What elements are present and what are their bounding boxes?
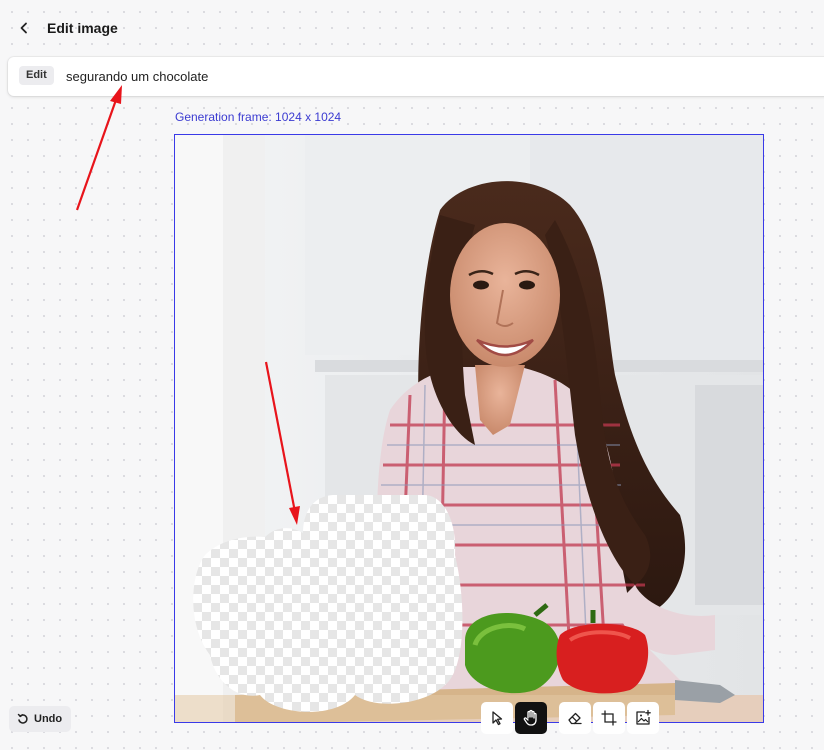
chevron-left-icon bbox=[20, 22, 27, 34]
hand-icon bbox=[523, 709, 537, 726]
edit-mode-badge[interactable]: Edit bbox=[19, 66, 54, 85]
back-button[interactable] bbox=[14, 18, 34, 38]
image-plus-icon bbox=[636, 709, 651, 725]
prompt-bar: Edit bbox=[8, 57, 824, 96]
eraser-tool[interactable] bbox=[559, 702, 591, 734]
generation-frame[interactable] bbox=[174, 134, 764, 723]
select-tool[interactable] bbox=[481, 702, 513, 734]
annotation-arrow-prompt bbox=[75, 85, 122, 211]
edit-image bbox=[175, 135, 763, 722]
header: Edit image bbox=[0, 0, 824, 56]
prompt-input[interactable] bbox=[66, 65, 766, 87]
eraser-icon bbox=[568, 712, 582, 725]
add-image-tool[interactable] bbox=[627, 702, 659, 734]
generation-frame-label: Generation frame: 1024 x 1024 bbox=[175, 110, 342, 124]
undo-button[interactable]: Undo bbox=[9, 706, 72, 732]
page-title: Edit image bbox=[47, 20, 118, 36]
undo-icon bbox=[17, 713, 28, 724]
pan-tool[interactable] bbox=[515, 702, 547, 734]
cursor-arrow-icon bbox=[492, 711, 503, 726]
canvas-toolbar bbox=[481, 702, 659, 734]
undo-label: Undo bbox=[34, 713, 63, 725]
crop-tool[interactable] bbox=[593, 702, 625, 734]
crop-frame-icon bbox=[601, 710, 617, 726]
